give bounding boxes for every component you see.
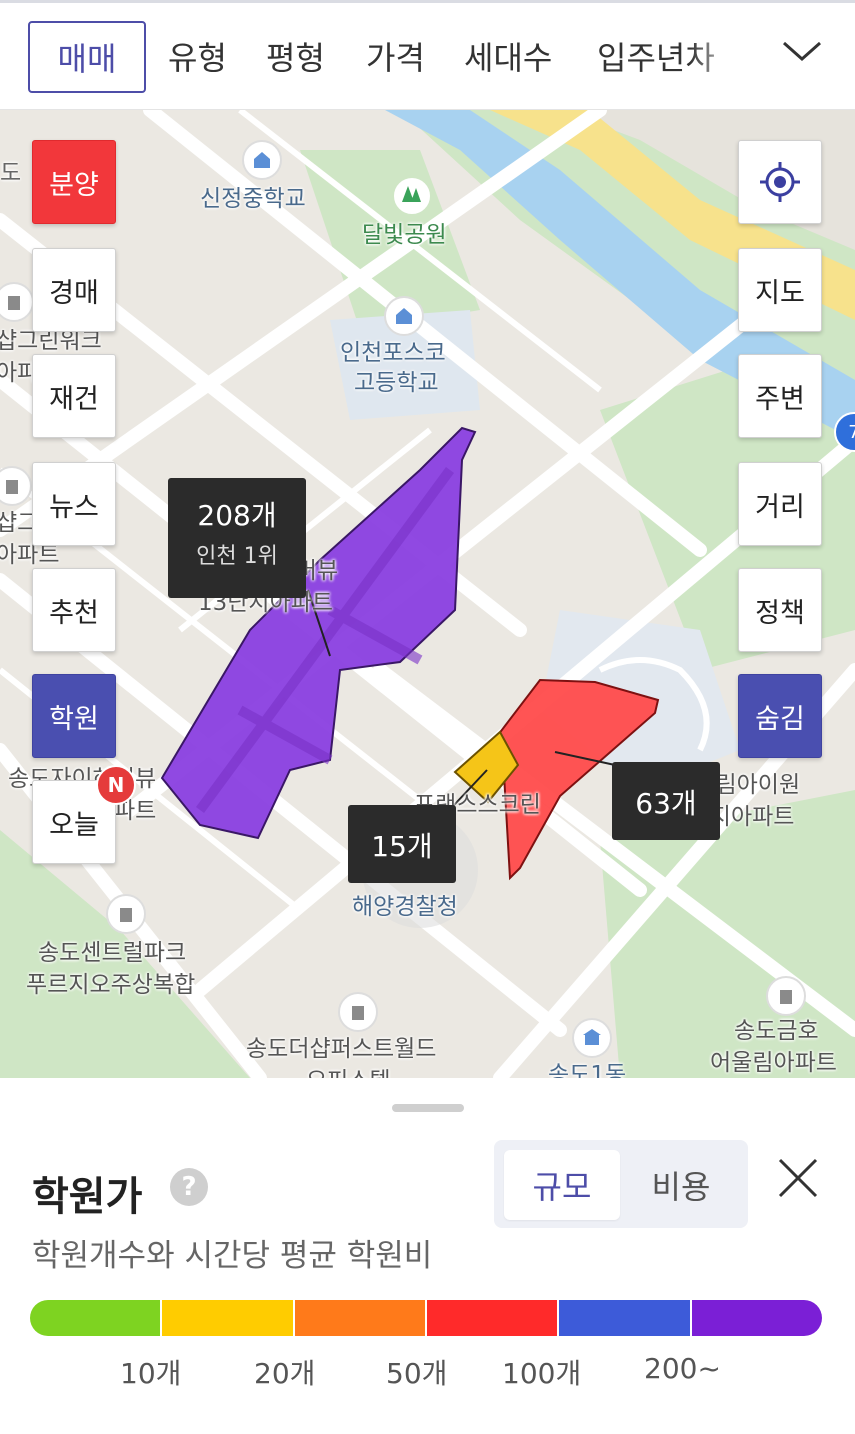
- label-first-world-l2: 오피스텔: [306, 1066, 391, 1078]
- policy-button[interactable]: 정책: [738, 568, 822, 652]
- academy-button[interactable]: 학원: [32, 674, 116, 758]
- legend-swatch: [426, 1300, 560, 1336]
- label-songdo-1-dong: 송도1동: [548, 1062, 627, 1078]
- academy-tag-yellow[interactable]: 15개: [348, 805, 456, 883]
- filter-households[interactable]: 세대수: [464, 33, 552, 79]
- news-button[interactable]: 뉴스: [32, 462, 116, 546]
- panel-subtitle: 학원개수와 시간당 평균 학원비: [32, 1238, 433, 1274]
- legend-swatch: [294, 1300, 427, 1336]
- school-icon[interactable]: [384, 296, 424, 336]
- filter-bar: 매매 유형 평형 가격 세대수 입주년차: [0, 0, 855, 110]
- presale-button[interactable]: 분양: [32, 140, 116, 224]
- legend-label: 20개: [254, 1357, 316, 1390]
- building-icon[interactable]: [766, 976, 806, 1016]
- legend-label: 50개: [386, 1357, 448, 1390]
- government-office-icon[interactable]: [572, 1018, 612, 1058]
- label-first-world-l1: 송도더샵퍼스트월드: [246, 1036, 437, 1062]
- filter-fade: [690, 7, 760, 107]
- map-type-button[interactable]: 지도: [738, 248, 822, 332]
- nearby-button[interactable]: 주변: [738, 354, 822, 438]
- label-geumho-l1: 송도금호: [734, 1018, 819, 1044]
- filter-type[interactable]: 유형: [168, 33, 227, 79]
- academy-tag-red[interactable]: 63개: [612, 762, 720, 840]
- academy-tag-purple[interactable]: 208개 인천 1위: [168, 478, 306, 598]
- building-icon[interactable]: [106, 894, 146, 934]
- legend-swatch: [559, 1300, 692, 1336]
- close-icon[interactable]: [776, 1156, 820, 1200]
- hide-button[interactable]: 숨김: [738, 674, 822, 758]
- my-location-button[interactable]: [738, 140, 822, 224]
- legend-swatch: [162, 1300, 295, 1336]
- label-posco-high-school-l2: 고등학교: [354, 370, 439, 396]
- school-icon[interactable]: [242, 140, 282, 180]
- chevron-down-icon[interactable]: [780, 37, 824, 65]
- building-icon[interactable]: [338, 992, 378, 1032]
- recommend-button[interactable]: 추천: [32, 568, 116, 652]
- reconstruction-button[interactable]: 재건: [32, 354, 116, 438]
- academy-count: 15개: [371, 830, 433, 863]
- label-central-park-l2: 푸르지오주상복합: [26, 972, 196, 998]
- academy-count: 63개: [635, 787, 697, 820]
- legend-label: 100개: [502, 1357, 582, 1390]
- label-central-park-l1: 송도센트럴파크: [38, 940, 187, 966]
- academy-count: 208개: [197, 499, 277, 532]
- label-dalbit-park: 달빛공원: [362, 222, 447, 248]
- academy-rank: 인천 1위: [196, 544, 278, 569]
- help-icon[interactable]: ?: [170, 1168, 208, 1206]
- label-sinjeong-middle-school: 신정중학교: [200, 186, 306, 212]
- filter-area[interactable]: 평형: [266, 33, 325, 79]
- new-badge: N: [96, 765, 136, 805]
- legend-label: 10개: [120, 1357, 182, 1390]
- label-coast-guard: 해양경찰청: [352, 894, 458, 920]
- map-view[interactable]: 7 신정중학교 달빛공원 인천포스코 고등학교 도 샵그린워크 아파 샵그 아파…: [0, 110, 855, 1078]
- locate-icon: [760, 162, 800, 202]
- label-posco-high-school-l1: 인천포스코: [340, 340, 446, 366]
- tab-scale[interactable]: 규모: [504, 1150, 620, 1220]
- legend-label: 200~: [644, 1352, 721, 1385]
- academy-panel: 학원가 ? 학원개수와 시간당 평균 학원비 규모 비용 10개 20개 50개…: [0, 1078, 855, 1434]
- filter-trade-type[interactable]: 매매: [28, 21, 146, 93]
- label-edge: 도: [0, 160, 22, 186]
- legend-swatch: [691, 1300, 822, 1336]
- scale-cost-toggle: 규모 비용: [494, 1140, 748, 1228]
- distance-button[interactable]: 거리: [738, 462, 822, 546]
- legend-swatch: [30, 1300, 163, 1336]
- panel-title: 학원가: [32, 1174, 143, 1220]
- color-legend: [30, 1300, 822, 1336]
- label-geumho-l2: 어울림아파트: [710, 1050, 837, 1076]
- park-icon[interactable]: [392, 176, 432, 216]
- auction-button[interactable]: 경매: [32, 248, 116, 332]
- drag-handle[interactable]: [392, 1104, 464, 1112]
- tab-cost[interactable]: 비용: [622, 1150, 740, 1220]
- filter-price[interactable]: 가격: [366, 33, 425, 79]
